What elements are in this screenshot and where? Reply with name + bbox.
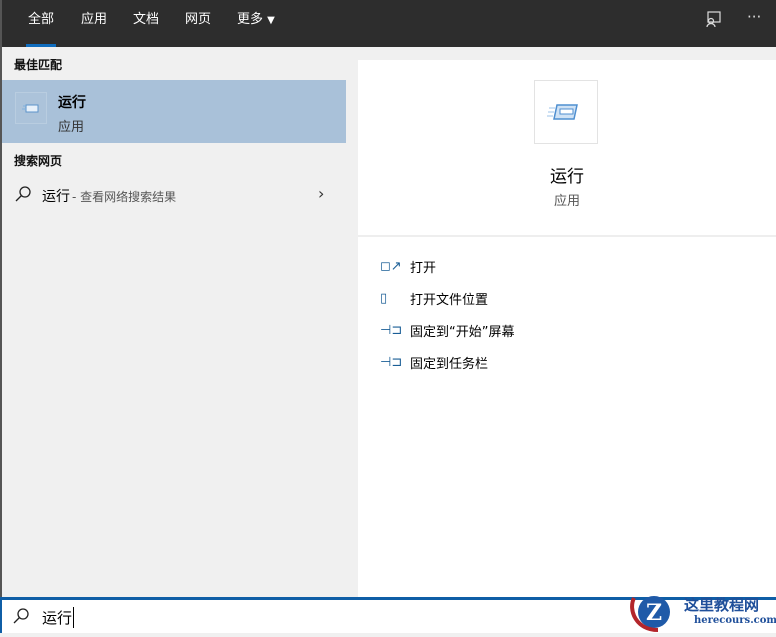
action-label: 固定到“开始”屏幕 — [410, 324, 515, 340]
pin-icon: ⊣⊐ — [380, 322, 403, 338]
watermark-name: 这里教程网 — [684, 596, 760, 614]
preview-panel: 运行 应用 ◻︎↗ 打开 ▯ 打开文件位置 ⊣⊐ 固定到“开始”屏幕 ⊣⊐ 固定到任务栏 — [358, 60, 776, 597]
best-match-item[interactable]: 运行 应用 — [2, 80, 346, 143]
web-search-suffix: - 查看网络搜索结果 — [72, 190, 177, 204]
file-location-icon: ▯ — [380, 290, 388, 306]
action-label: 打开文件位置 — [410, 292, 489, 308]
search-icon — [14, 185, 32, 207]
watermark-logo: Z 这里教程网 herecours.com — [628, 590, 776, 633]
search-input[interactable]: 运行 — [42, 607, 75, 628]
divider — [358, 235, 776, 237]
feedback-icon[interactable] — [704, 10, 722, 32]
results-panel: 最佳匹配 运行 应用 搜索网页 运行 - 查看网络搜索结果 › — [0, 47, 346, 597]
preview-subtitle: 应用 — [553, 194, 580, 209]
svg-text:Z: Z — [646, 600, 662, 626]
action-pin-to-start[interactable]: ⊣⊐ 固定到“开始”屏幕 — [380, 318, 514, 342]
more-options-icon[interactable]: ··· — [747, 8, 761, 26]
action-label: 固定到任务栏 — [410, 356, 489, 372]
tab-more-label: 更多 — [237, 12, 264, 27]
action-pin-to-taskbar[interactable]: ⊣⊐ 固定到任务栏 — [380, 350, 488, 374]
web-search-item[interactable]: 运行 - 查看网络搜索结果 › — [2, 181, 346, 209]
chevron-right-icon[interactable]: › — [318, 184, 324, 203]
tab-apps[interactable]: 应用 — [81, 0, 107, 47]
search-icon — [12, 607, 30, 629]
preview-title: 运行 — [550, 167, 584, 187]
tab-web[interactable]: 网页 — [185, 0, 211, 47]
best-match-heading: 最佳匹配 — [14, 58, 63, 72]
top-bar: 全部 应用 文档 网页 更多 ▼ ··· — [0, 0, 776, 47]
pin-icon: ⊣⊐ — [380, 354, 403, 370]
run-app-large-icon — [534, 80, 598, 144]
action-open-file-location[interactable]: ▯ 打开文件位置 — [380, 286, 488, 310]
best-match-title: 运行 — [58, 95, 86, 111]
web-search-heading: 搜索网页 — [14, 154, 63, 168]
watermark-url: herecours.com — [694, 615, 776, 626]
action-label: 打开 — [410, 260, 437, 276]
open-icon: ◻︎↗ — [380, 258, 402, 274]
chevron-down-icon: ▼ — [267, 15, 275, 26]
run-app-icon — [15, 92, 47, 124]
web-search-query: 运行 — [42, 189, 70, 205]
tab-all[interactable]: 全部 — [25, 0, 57, 47]
tab-documents[interactable]: 文档 — [133, 0, 159, 47]
tab-more[interactable]: 更多 ▼ — [237, 0, 275, 47]
action-open[interactable]: ◻︎↗ 打开 — [380, 254, 436, 278]
best-match-subtitle: 应用 — [58, 120, 85, 135]
